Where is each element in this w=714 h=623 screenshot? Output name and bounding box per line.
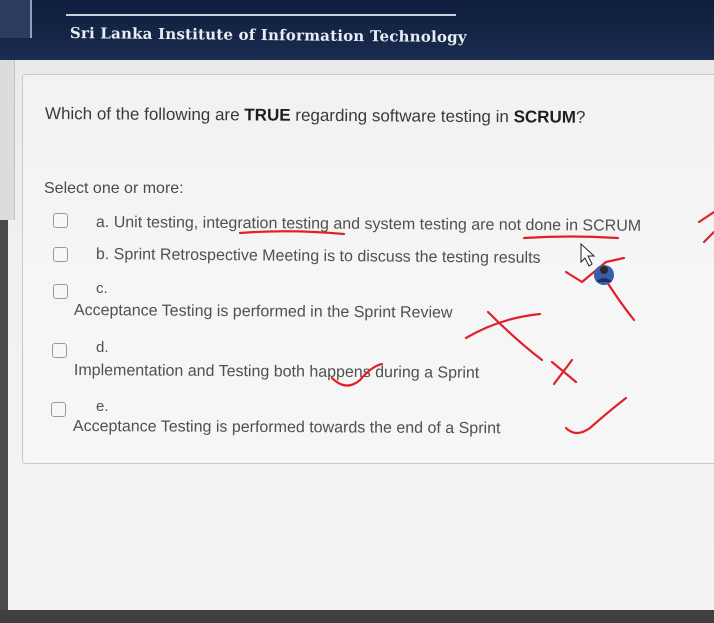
option-a-letter: a. xyxy=(95,214,110,232)
question-text-part: ? xyxy=(575,107,586,127)
option-b-checkbox[interactable] xyxy=(53,247,68,262)
question-emphasis-scrum: SCRUM xyxy=(513,107,577,127)
option-b-text: Sprint Retrospective Meeting is to discu… xyxy=(113,246,541,267)
option-d-checkbox[interactable] xyxy=(52,343,67,358)
screen-bottom-edge xyxy=(0,610,714,623)
question-emphasis-true: TRUE xyxy=(244,105,291,125)
option-d-text[interactable]: Implementation and Testing both happens … xyxy=(74,362,479,383)
question-text: Which of the following are TRUE regardin… xyxy=(45,104,586,128)
option-e-checkbox[interactable] xyxy=(51,402,66,417)
option-a-text: Unit testing, integration testing and sy… xyxy=(113,214,642,235)
option-e-text[interactable]: Acceptance Testing is performed towards … xyxy=(73,418,501,438)
option-c-text[interactable]: Acceptance Testing is performed in the S… xyxy=(74,302,453,323)
option-a-checkbox[interactable] xyxy=(53,213,68,228)
option-c-letter: c. xyxy=(96,280,108,297)
option-e-letter: e. xyxy=(96,398,109,415)
question-text-part: Which of the following are xyxy=(44,104,245,125)
option-b-letter: b. xyxy=(95,246,110,264)
option-a[interactable]: a. Unit testing, integration testing and… xyxy=(96,214,641,236)
institute-name: Sri Lanka Institute of Information Techn… xyxy=(69,24,467,47)
header-banner: Sri Lanka Institute of Information Techn… xyxy=(0,0,714,66)
option-d-letter: d. xyxy=(96,339,109,356)
question-card xyxy=(22,74,714,464)
select-prompt: Select one or more: xyxy=(44,180,184,197)
institute-logo xyxy=(0,0,32,38)
page-left-edge xyxy=(0,60,15,220)
header-divider xyxy=(66,14,456,16)
option-c-checkbox[interactable] xyxy=(53,284,68,299)
question-text-part: regarding software testing in xyxy=(290,105,514,127)
